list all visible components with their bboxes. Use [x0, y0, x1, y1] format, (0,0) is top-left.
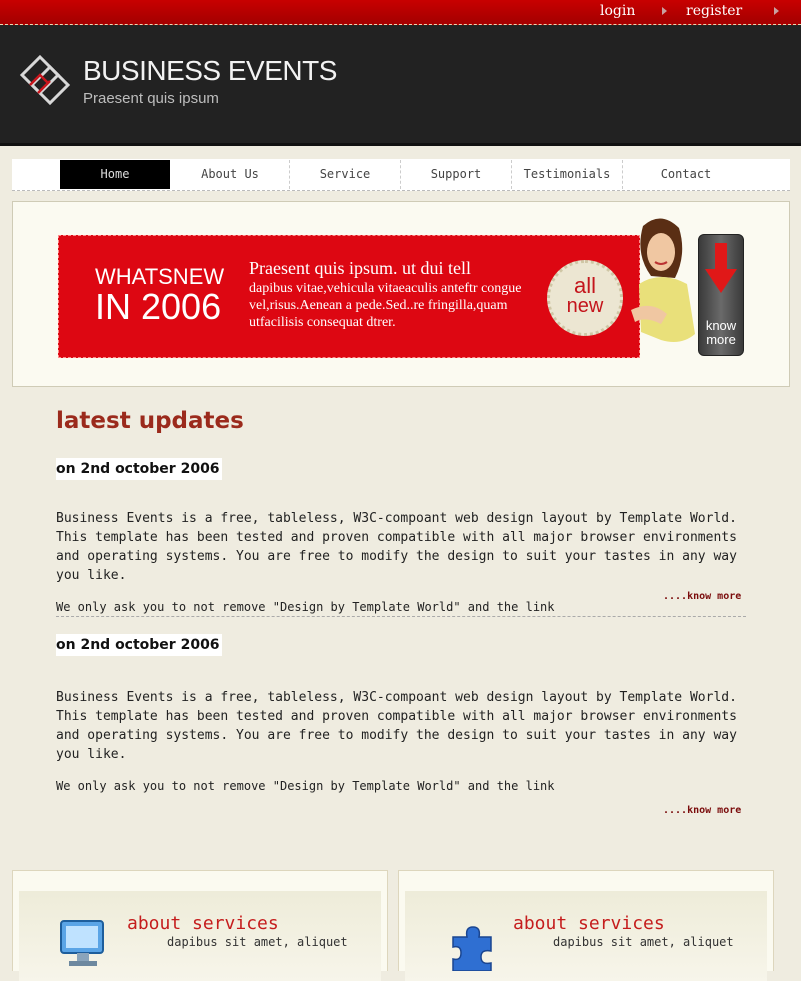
post-body: Business Events is a free, tableless, W3… — [56, 690, 737, 762]
post-divider — [56, 616, 746, 617]
post-note: We only ask you to not remove "Design by… — [56, 600, 555, 614]
card-background: about services dapibus sit amet, aliquet — [19, 891, 381, 981]
arrow-icon — [774, 7, 779, 15]
nav-item-support[interactable]: Support — [401, 160, 512, 189]
arrow-icon — [662, 7, 667, 15]
all-new-badge: all new — [547, 260, 623, 336]
post-date: on 2nd october 2006 — [56, 458, 222, 480]
nav-item-about-us[interactable]: About Us — [171, 160, 290, 189]
site-title[interactable]: BUSINESS EVENTS — [83, 55, 337, 87]
post-note: We only ask you to not remove "Design by… — [56, 779, 555, 793]
service-card: about services dapibus sit amet, aliquet — [12, 870, 388, 981]
nav-item-home[interactable]: Home — [60, 160, 170, 189]
section-title: latest updates — [56, 408, 244, 434]
know-label-line-2: more — [706, 332, 736, 347]
know-more-label: know more — [699, 319, 743, 347]
card-title[interactable]: about services — [513, 913, 665, 934]
know-more-link[interactable]: ....know more — [663, 805, 741, 816]
logo-icon — [19, 54, 71, 106]
banner-title: Praesent quis ipsum. ut dui tell — [249, 258, 471, 278]
top-bar: login register — [0, 0, 801, 25]
woman-photo — [631, 218, 695, 342]
promo-banner: WHATSNEW IN 2006 Praesent quis ipsum. ut… — [12, 201, 790, 387]
site-header: BUSINESS EVENTS Praesent quis ipsum — [0, 25, 801, 146]
down-arrow-icon — [705, 243, 737, 293]
badge-line-1: all — [573, 273, 596, 298]
main-nav: Home About Us Service Support Testimonia… — [12, 159, 790, 191]
monitor-icon — [60, 920, 104, 966]
nav-item-service[interactable]: Service — [290, 160, 401, 189]
service-card: about services dapibus sit amet, aliquet — [398, 870, 774, 981]
card-subtitle: dapibus sit amet, aliquet — [553, 935, 734, 949]
register-link[interactable]: register — [686, 3, 742, 19]
whatsnew-year: IN 2006 — [95, 286, 222, 327]
site-subtitle: Praesent quis ipsum — [83, 90, 219, 107]
know-more-link[interactable]: ....know more — [663, 591, 741, 602]
post-body: Business Events is a free, tableless, W3… — [56, 511, 737, 583]
banner-panel: WHATSNEW IN 2006 Praesent quis ipsum. ut… — [58, 235, 640, 358]
banner-text: dapibus vitae,vehicula vitaeaculis antef… — [249, 281, 522, 330]
puzzle-icon — [452, 926, 492, 971]
card-title[interactable]: about services — [127, 913, 279, 934]
login-link[interactable]: login — [600, 3, 635, 19]
nav-item-contact[interactable]: Contact — [623, 160, 749, 189]
post-date: on 2nd october 2006 — [56, 634, 222, 656]
card-background: about services dapibus sit amet, aliquet — [405, 891, 767, 981]
know-more-button[interactable]: know more — [698, 234, 744, 356]
nav-item-testimonials[interactable]: Testimonials — [512, 160, 623, 189]
badge-line-2: new — [566, 295, 604, 317]
know-label-line-1: know — [705, 318, 737, 333]
card-subtitle: dapibus sit amet, aliquet — [167, 935, 348, 949]
